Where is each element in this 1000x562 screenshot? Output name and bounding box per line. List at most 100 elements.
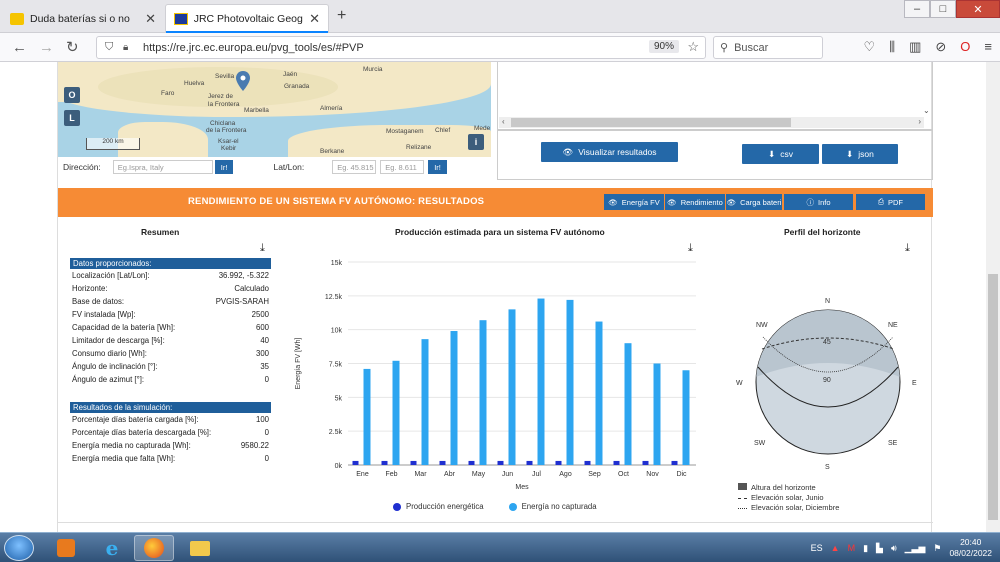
map-label: Chlef	[435, 127, 451, 134]
address-go-button[interactable]: Ir!	[214, 160, 234, 174]
shield-icon[interactable]: ⛉	[105, 41, 113, 54]
horizon-legend-item[interactable]: Elevación solar, Junio	[738, 493, 839, 503]
summary-row-label: Porcentaje días batería descargada [%]:	[72, 428, 212, 437]
scroll-left-icon[interactable]: ‹	[502, 117, 505, 126]
block-icon[interactable]: ⊘	[935, 39, 946, 55]
section-divider	[58, 522, 933, 523]
tab-energia-fv[interactable]: 👁︎ Energía FV	[604, 194, 664, 210]
tab-rendimiento[interactable]: 👁︎ Rendimiento	[665, 194, 725, 210]
pocket-icon[interactable]: ♡	[863, 39, 875, 55]
new-tab-icon[interactable]: +	[337, 7, 346, 25]
pdf-button[interactable]: ⎙ PDF	[856, 194, 925, 210]
bar-produccion	[613, 460, 620, 465]
scroll-down-icon[interactable]: ⌄	[923, 106, 930, 115]
y-tick-label: 10k	[331, 328, 343, 335]
horizon-legend-item[interactable]: Altura del horizonte	[738, 483, 839, 493]
library-icon[interactable]: ⫼	[889, 39, 895, 55]
x-tick-label: Sep	[588, 471, 601, 478]
media-player-icon[interactable]	[46, 535, 86, 561]
volume-icon[interactable]: 🔊︎	[891, 543, 897, 554]
y-tick-label: 0k	[335, 463, 343, 470]
file-explorer-icon[interactable]	[180, 535, 220, 561]
summary-row-value: 300	[255, 349, 269, 358]
scroll-right-icon[interactable]: ›	[918, 117, 921, 126]
x-tick-label: Abr	[444, 471, 456, 478]
horizon-legend-item[interactable]: Elevación solar, Diciembre	[738, 503, 839, 513]
bar-no-capturada	[479, 320, 487, 465]
map-label: Berkane	[320, 148, 345, 155]
eye-icon: 👁︎	[667, 197, 677, 207]
bookmark-star-icon[interactable]: ☆	[687, 39, 699, 55]
forward-icon[interactable]: →	[39, 39, 54, 56]
map-view[interactable]: Sevilla Jaén Huelva Granada Faro Jerez d…	[58, 62, 491, 157]
lat-input[interactable]: Eg. 45.815	[332, 160, 377, 174]
dir-label: N	[825, 298, 830, 305]
network-icon[interactable]: ▙	[876, 543, 883, 554]
back-icon[interactable]: ←	[12, 39, 27, 56]
dir-label: SE	[888, 440, 898, 447]
horizon-legend: Altura del horizonte Elevación solar, Ju…	[738, 483, 839, 513]
summary-row-label: Energía media no capturada [Wh]:	[72, 441, 191, 450]
lon-input[interactable]: Eg. 8.611	[380, 160, 425, 174]
summary-row: Energía media que falta [Wh]: 0	[70, 452, 271, 465]
language-indicator[interactable]: ES	[811, 543, 823, 553]
url-bar[interactable]: ⛉ 🔒︎ https://re.jrc.ec.europa.eu/pvg_too…	[96, 36, 706, 59]
battery-icon[interactable]: ▮	[863, 543, 868, 554]
latlon-go-button[interactable]: Ir!	[428, 160, 447, 174]
search-box[interactable]: ⚲ Buscar	[713, 36, 823, 59]
chart-legend-item[interactable]: Producción energética Energía no captura…	[393, 502, 597, 511]
map-marker-icon[interactable]	[236, 71, 250, 91]
windows-taskbar: e ES ▲ M ▮ ▙ 🔊︎ ▁▃▅ ⚑ 20:40 08/02/2022	[0, 532, 1000, 562]
signal-icon[interactable]: ▁▃▅	[905, 543, 926, 554]
antivirus-icon[interactable]: ▲	[831, 543, 840, 553]
close-window-icon[interactable]: ✕	[956, 0, 1000, 18]
scrollbar-thumb[interactable]	[988, 274, 998, 520]
bar-no-capturada	[392, 360, 400, 465]
lock-icon[interactable]: 🔒︎	[123, 42, 128, 53]
summary-row: Porcentaje días batería cargada [%]: 100	[70, 413, 271, 426]
menu-icon[interactable]: ≡	[984, 39, 992, 55]
close-icon[interactable]: ✕	[309, 11, 320, 27]
horizontal-scrollbar[interactable]: ‹ ›	[499, 117, 924, 128]
tab-jrc-pvgis[interactable]: JRC Photovoltaic Geographical ✕	[165, 4, 329, 33]
page-scrollbar[interactable]	[986, 62, 1000, 532]
sidebar-icon[interactable]: ▥	[909, 39, 921, 55]
bar-produccion	[439, 460, 446, 465]
pvgis-container: Sevilla Jaén Huelva Granada Faro Jerez d…	[57, 62, 933, 532]
mcafee-icon[interactable]: M	[848, 543, 856, 553]
tab-duda-baterias[interactable]: Duda baterías si o no ✕	[2, 4, 164, 33]
tab-carga-bateria[interactable]: 👁︎ Carga bateri	[726, 194, 782, 210]
address-input[interactable]: Eg.Ispra, Italy	[112, 160, 213, 174]
summary-row: Limitador de descarga [%]: 40	[70, 334, 271, 347]
reload-icon[interactable]: ↻	[66, 38, 79, 56]
bar-no-capturada	[624, 343, 632, 465]
map-label: Kebir	[221, 145, 237, 152]
start-button-icon[interactable]	[4, 535, 34, 561]
flag-icon[interactable]: ⚑	[933, 543, 941, 554]
bar-produccion	[671, 460, 678, 465]
maximize-icon[interactable]: □	[930, 0, 956, 18]
map-label: Mede	[474, 125, 491, 132]
internet-explorer-icon[interactable]: e	[92, 535, 132, 561]
toolbar-icons: ♡ ⫼ ▥ ⊘ O ≡	[863, 39, 992, 55]
map-label: la Frontera	[208, 101, 240, 108]
zoom-level[interactable]: 90%	[648, 40, 679, 53]
dir-label: S	[825, 464, 830, 471]
summary-row: Capacidad de la batería [Wh]: 600	[70, 321, 271, 334]
minimize-icon[interactable]: –	[904, 0, 930, 18]
clock[interactable]: 20:40 08/02/2022	[949, 537, 992, 559]
summary-download-icon[interactable]: ⤓	[260, 242, 265, 255]
opera-icon[interactable]: O	[960, 39, 970, 55]
firefox-icon[interactable]	[134, 535, 174, 561]
info-button[interactable]: ⓘ Info	[784, 194, 853, 210]
summary-row-value: 100	[255, 415, 269, 424]
csv-download-button[interactable]: ⬇︎ csv	[742, 144, 819, 164]
visualize-results-button[interactable]: 👁︎ Visualizar resultados	[541, 142, 678, 162]
map-osm-button[interactable]: O	[64, 87, 80, 103]
close-icon[interactable]: ✕	[145, 11, 156, 27]
summary-row: Base de datos: PVGIS-SARAH	[70, 295, 271, 308]
map-info-button[interactable]: i	[468, 134, 484, 150]
json-download-button[interactable]: ⬇︎ json	[822, 144, 898, 164]
map-layer-button[interactable]: L	[64, 110, 80, 126]
horizon-download-icon[interactable]: ⤓	[905, 242, 910, 255]
